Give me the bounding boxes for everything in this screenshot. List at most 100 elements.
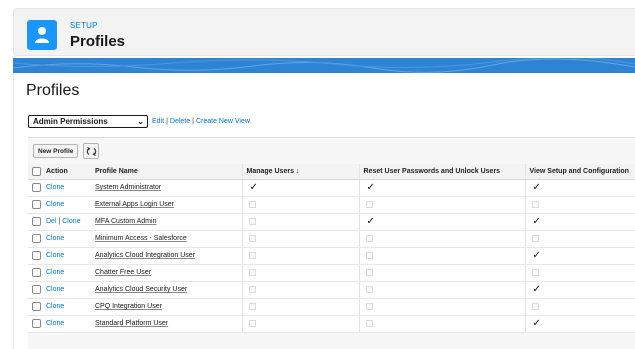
unchecked-icon (365, 251, 373, 259)
checkmark-icon: ✓ (532, 181, 541, 193)
profile-name-link[interactable]: MFA Custom Admin (95, 218, 156, 225)
checkmark-icon: ✓ (532, 249, 541, 261)
select-all-checkbox[interactable] (32, 166, 41, 176)
unchecked-icon (248, 319, 256, 327)
new-profile-button[interactable]: New Profile (33, 144, 79, 158)
column-header-profile-name[interactable]: Profile Name (95, 164, 242, 180)
view_setup-cell: ✓ (524, 179, 635, 197)
del-link[interactable]: Del (46, 218, 57, 225)
unchecked-icon (365, 319, 373, 327)
unchecked-icon (248, 251, 256, 259)
checkmark-icon: ✓ (532, 317, 541, 329)
row-actions: Clone (46, 235, 64, 242)
row-checkbox[interactable] (32, 285, 41, 294)
row-checkbox[interactable] (32, 268, 41, 277)
column-label: Action (46, 167, 68, 175)
profile-name-cell: Analytics Cloud Security User (95, 281, 242, 299)
row-actions: Clone (46, 184, 64, 191)
column-header-manage-users[interactable]: Manage Users ↓ (241, 164, 359, 180)
view_setup-cell (524, 196, 635, 214)
action-cell: Clone (44, 179, 95, 197)
table-row: Clone CPQ Integration User (28, 298, 635, 316)
profile-name-link[interactable]: System Administrator (95, 184, 161, 191)
profile-name-link[interactable]: Standard Platform User (95, 320, 168, 327)
row-select-cell (28, 281, 44, 299)
profile-name-link[interactable]: Analytics Cloud Integration User (95, 252, 195, 259)
column-label: Profile Name (95, 167, 138, 175)
reset_passwords-cell (358, 247, 525, 265)
table-row: Clone Analytics Cloud Security User ✓ (28, 281, 635, 299)
clone-link[interactable]: Clone (46, 303, 64, 310)
row-actions: Clone (46, 269, 64, 276)
manage_users-cell (241, 298, 359, 316)
row-actions: Clone (46, 252, 64, 259)
profile-name-link[interactable]: Minimum Access - Salesforce (95, 235, 187, 242)
profile-name-cell: Chatter Free User (95, 264, 242, 282)
manage_users-cell (241, 264, 359, 282)
row-checkbox[interactable] (32, 217, 41, 226)
action-cell: Clone (44, 315, 95, 333)
view_setup-cell: ✓ (524, 281, 635, 299)
row-checkbox[interactable] (32, 183, 41, 192)
column-header-action: Action (44, 164, 95, 180)
row-actions: Clone (46, 303, 64, 310)
profile-name-cell: System Administrator (95, 179, 242, 197)
profile-name-link[interactable]: Chatter Free User (95, 269, 151, 276)
profile-name-link[interactable]: CPQ Integration User (95, 303, 162, 310)
manage_users-cell: ✓ (241, 179, 359, 197)
clone-link[interactable]: Clone (62, 218, 80, 225)
action-cell: Clone (44, 196, 95, 214)
delete-view-link[interactable]: Delete (170, 118, 190, 125)
column-header-view-setup[interactable]: View Setup and Configuration (524, 164, 635, 180)
row-select-cell (28, 298, 44, 316)
reset_passwords-cell (358, 230, 525, 248)
checkmark-icon: ✓ (532, 215, 541, 227)
checkmark-icon: ✓ (366, 215, 375, 227)
page-header: SETUP Profiles (13, 8, 635, 56)
row-select-cell (28, 264, 44, 282)
profile-name-cell: Standard Platform User (95, 315, 242, 333)
row-checkbox[interactable] (32, 302, 41, 311)
row-actions: Clone (46, 201, 64, 208)
clone-link[interactable]: Clone (46, 252, 64, 259)
unchecked-icon (248, 234, 256, 242)
row-actions: Clone (46, 286, 64, 293)
row-checkbox[interactable] (32, 200, 41, 209)
clone-link[interactable]: Clone (46, 286, 64, 293)
reset_passwords-cell (358, 281, 525, 299)
create-view-link[interactable]: Create New View (196, 118, 250, 125)
clone-link[interactable]: Clone (46, 320, 64, 327)
table-row: Clone Minimum Access - Salesforce (28, 230, 635, 248)
clone-link[interactable]: Clone (46, 184, 64, 191)
separator: | (192, 117, 194, 125)
manage_users-cell (241, 315, 359, 333)
clone-link[interactable]: Clone (46, 201, 64, 208)
view-select-value: Admin Permissions (33, 116, 108, 126)
edit-view-link[interactable]: Edit (152, 118, 164, 125)
profile-name-link[interactable]: External Apps Login User (95, 201, 174, 208)
row-checkbox[interactable] (32, 319, 41, 328)
row-checkbox[interactable] (32, 234, 41, 243)
view_setup-cell: ✓ (524, 247, 635, 265)
action-cell: Clone (44, 264, 95, 282)
view_setup-cell (524, 298, 635, 316)
section-title: Profiles (26, 82, 80, 99)
table-row: Clone External Apps Login User (28, 196, 635, 214)
unchecked-icon (531, 268, 539, 276)
view_setup-cell: ✓ (524, 213, 635, 231)
row-select-cell (28, 247, 44, 265)
refresh-button[interactable] (83, 143, 99, 159)
reset_passwords-cell: ✓ (358, 213, 525, 231)
profile-name-link[interactable]: Analytics Cloud Security User (95, 286, 187, 293)
view-links: Edit | Delete | Create New View (152, 118, 250, 125)
unchecked-icon (531, 200, 539, 208)
profile-name-cell: Minimum Access - Salesforce (95, 230, 242, 248)
column-header-reset-passwords[interactable]: Reset User Passwords and Unlock Users (358, 164, 525, 180)
row-checkbox[interactable] (32, 251, 41, 260)
clone-link[interactable]: Clone (46, 269, 64, 276)
action-cell: Clone (44, 230, 95, 248)
clone-link[interactable]: Clone (46, 235, 64, 242)
unchecked-icon (248, 200, 256, 208)
view-select[interactable]: Admin Permissions ⌄ (28, 114, 148, 128)
select-all-cell (28, 164, 44, 180)
